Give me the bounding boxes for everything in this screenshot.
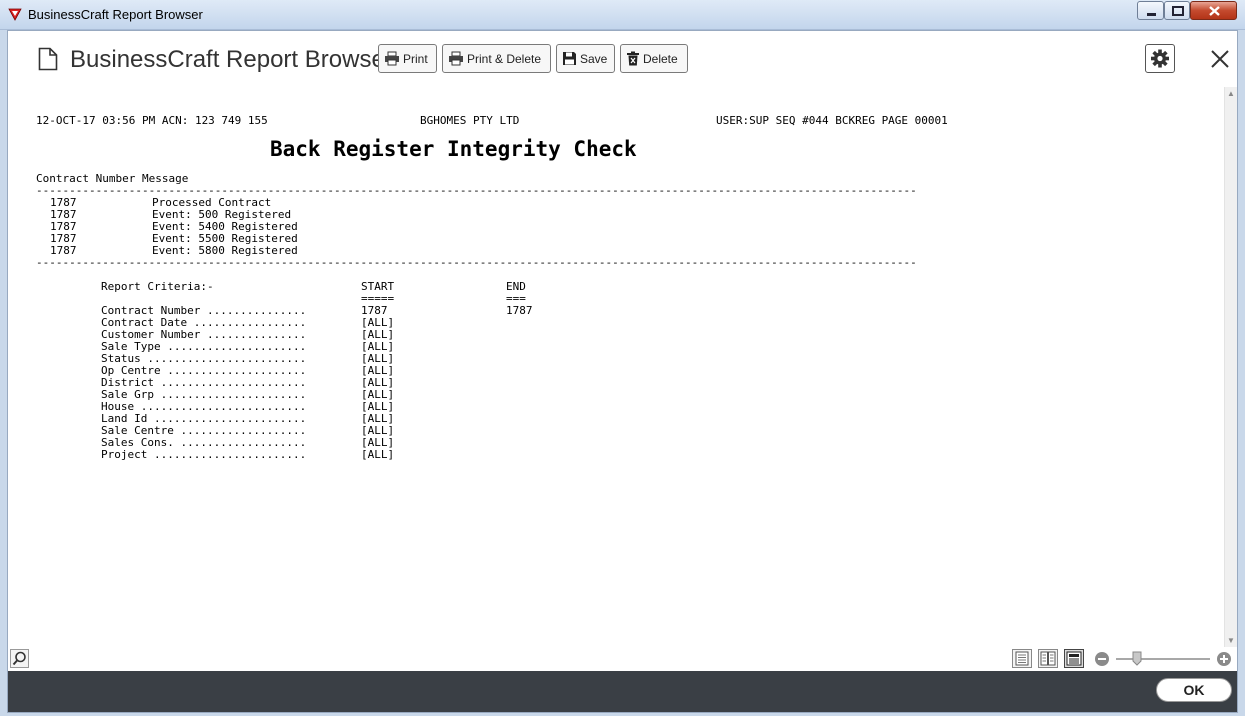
app-title: BusinessCraft Report Browser xyxy=(70,46,393,73)
separator-bottom: ----------------------------------------… xyxy=(36,257,917,269)
delete-button[interactable]: Delete xyxy=(620,44,688,73)
text-page-icon xyxy=(1066,651,1082,666)
two-page-view-button[interactable] xyxy=(1038,649,1058,668)
minimize-icon xyxy=(1147,13,1156,16)
scroll-up-icon[interactable]: ▲ xyxy=(1227,89,1235,98)
minus-circle-icon[interactable] xyxy=(1094,651,1110,667)
report-header-company: BGHOMES PTY LTD xyxy=(420,114,520,127)
single-page-icon xyxy=(1015,651,1029,666)
criteria-end-value: 1787 xyxy=(506,304,533,317)
two-page-icon xyxy=(1040,651,1056,666)
printer-icon xyxy=(385,51,399,66)
window-title: BusinessCraft Report Browser xyxy=(28,7,203,22)
report-viewer[interactable]: 12-OCT-17 03:56 PM ACN: 123 749 155 BGHO… xyxy=(8,87,1224,647)
save-button[interactable]: Save xyxy=(556,44,615,73)
criteria-heading: Report Criteria:- xyxy=(101,280,214,293)
row-contract-number: 1787 xyxy=(50,244,77,257)
magnifier-icon xyxy=(12,651,26,666)
report-header-right: USER:SUP SEQ #044 BCKREG PAGE 00001 xyxy=(716,114,948,127)
scroll-down-icon[interactable]: ▼ xyxy=(1227,636,1235,645)
restore-icon xyxy=(1172,6,1184,16)
single-page-view-button[interactable] xyxy=(1012,649,1032,668)
report-browser-window: BusinessCraft Report Browser BusinessCra… xyxy=(0,0,1245,716)
row-message: Event: 5800 Registered xyxy=(152,244,298,257)
delete-label: Delete xyxy=(643,51,678,66)
window-close-button[interactable] xyxy=(1190,1,1237,20)
print-and-delete-button[interactable]: Print & Delete xyxy=(442,44,551,73)
criteria-start-value: [ALL] xyxy=(361,448,395,461)
zoom-slider-track[interactable] xyxy=(1116,658,1210,660)
plus-circle-icon[interactable] xyxy=(1216,651,1232,667)
save-label: Save xyxy=(580,51,608,66)
settings-button[interactable] xyxy=(1145,44,1175,73)
printer-icon xyxy=(449,51,463,66)
print-button[interactable]: Print xyxy=(378,44,437,73)
print-label: Print xyxy=(403,51,428,66)
text-view-button[interactable] xyxy=(1064,649,1084,668)
report-page: 12-OCT-17 03:56 PM ACN: 123 749 155 BGHO… xyxy=(36,115,948,461)
close-icon xyxy=(1209,6,1220,16)
minimize-button[interactable] xyxy=(1137,1,1164,20)
column-header: Contract Number Message xyxy=(36,172,189,185)
ok-button[interactable]: OK xyxy=(1156,678,1232,702)
maximize-button[interactable] xyxy=(1164,1,1190,20)
title-bar[interactable]: BusinessCraft Report Browser xyxy=(0,0,1245,30)
zoom-slider-thumb[interactable] xyxy=(1132,651,1142,666)
search-button[interactable] xyxy=(10,649,29,668)
status-row xyxy=(8,647,1237,671)
document-icon xyxy=(38,47,58,71)
floppy-disk-icon xyxy=(563,52,576,65)
print-delete-label: Print & Delete xyxy=(467,51,542,66)
footer-bar: OK xyxy=(8,671,1237,712)
close-icon[interactable] xyxy=(1208,47,1232,71)
criteria-label: Project ....................... xyxy=(101,448,307,461)
gear-icon xyxy=(1151,49,1169,68)
businesscraft-logo-icon xyxy=(8,8,22,21)
client-area: BusinessCraft Report Browser Print Print… xyxy=(7,30,1238,713)
report-header-left: 12-OCT-17 03:56 PM ACN: 123 749 155 xyxy=(36,114,268,127)
toolbar: BusinessCraft Report Browser Print Print… xyxy=(8,31,1237,87)
vertical-scrollbar[interactable]: ▲ ▼ xyxy=(1224,87,1237,647)
trash-icon xyxy=(627,51,639,66)
report-title: Back Register Integrity Check xyxy=(270,137,637,161)
